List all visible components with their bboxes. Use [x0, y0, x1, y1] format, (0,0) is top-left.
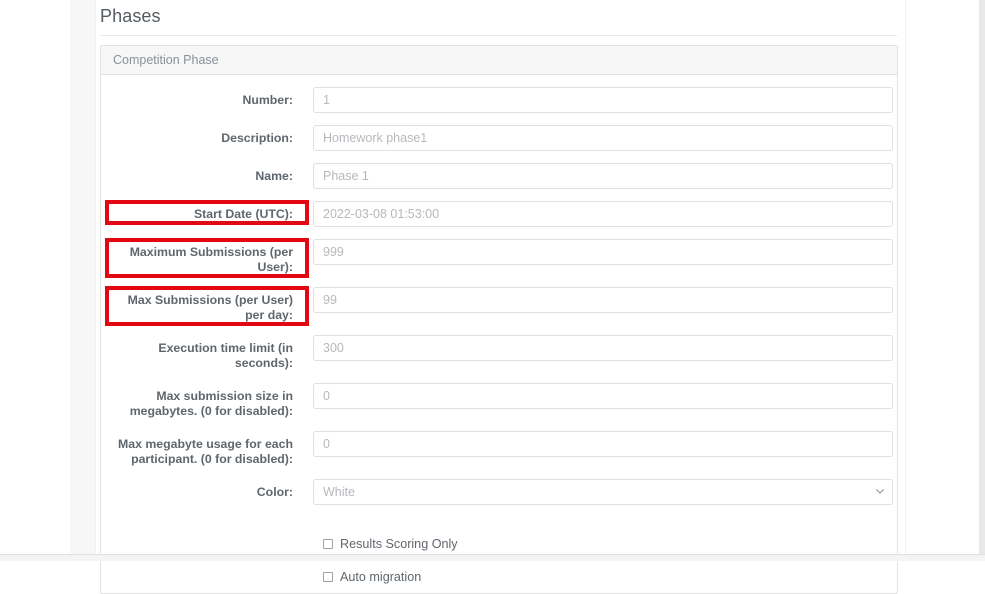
field-input[interactable]: [313, 383, 893, 409]
field-label: Max Submissions (per User) per day:: [127, 293, 293, 322]
form-row: Max Submissions (per User) per day:: [111, 287, 893, 323]
form-row: Maximum Submissions (per User):: [111, 239, 893, 275]
form-row: Start Date (UTC):: [111, 201, 893, 227]
left-gutter-strip: [70, 0, 96, 561]
field-label: Color:: [256, 485, 293, 499]
phases-page: Phases Competition Phase Number: Descript…: [0, 0, 985, 594]
field-input[interactable]: [313, 335, 893, 361]
page-title: Phases: [100, 6, 161, 26]
field-input[interactable]: [313, 239, 893, 265]
right-margin: [905, 0, 985, 561]
field-label: Description:: [221, 131, 293, 145]
color-select-wrapper: [313, 479, 893, 505]
right-edge-shadow: [979, 0, 985, 561]
field-wrapper: [303, 287, 893, 313]
form-row: Max submission size in megabytes. (0 for…: [111, 383, 893, 419]
field-input[interactable]: [313, 201, 893, 227]
field-wrapper: [303, 479, 893, 505]
field-label: Max submission size in megabytes. (0 for…: [129, 389, 293, 418]
color-select[interactable]: [313, 479, 893, 505]
field-input[interactable]: [313, 125, 893, 151]
field-wrapper: [303, 239, 893, 265]
field-label: Start Date (UTC):: [193, 207, 293, 221]
form-row: Max megabyte usage for each participant.…: [111, 431, 893, 467]
field-label: Name:: [255, 169, 293, 183]
field-wrapper: [303, 125, 893, 151]
field-label: Maximum Submissions (per User):: [129, 245, 293, 274]
field-input[interactable]: [313, 163, 893, 189]
section-header: Phases: [96, 0, 897, 36]
checkbox-row[interactable]: Auto migration: [313, 560, 887, 593]
field-input[interactable]: [313, 87, 893, 113]
checkbox-label: Results Scoring Only: [340, 536, 458, 551]
main-content: Phases Competition Phase Number: Descript…: [96, 0, 905, 594]
competition-phase-panel: Competition Phase Number: Description: Nam…: [100, 45, 898, 594]
checkbox-icon[interactable]: [323, 538, 333, 549]
panel-title: Competition Phase: [101, 46, 897, 75]
field-wrapper: [303, 87, 893, 113]
field-input[interactable]: [313, 431, 893, 457]
form-row: Name:: [111, 163, 893, 189]
bottom-strip: [0, 555, 985, 561]
form-row: Color:: [111, 479, 893, 505]
form-row: Number:: [111, 87, 893, 113]
field-wrapper: [303, 383, 893, 409]
field-wrapper: [303, 431, 893, 457]
field-label: Number:: [242, 93, 293, 107]
field-label: Max megabyte usage for each participant.…: [118, 437, 293, 466]
phase-form: Number: Description: Name: Start Date (UTC)…: [101, 75, 897, 593]
checkbox-spacer: [111, 517, 887, 527]
field-label: Execution time limit (in seconds):: [158, 341, 293, 370]
form-row: Execution time limit (in seconds):: [111, 335, 893, 371]
field-wrapper: [303, 201, 893, 227]
field-input[interactable]: [313, 287, 893, 313]
left-margin: [0, 0, 70, 561]
section-divider: [100, 35, 897, 36]
checkbox-icon[interactable]: [323, 571, 333, 582]
form-row: Description:: [111, 125, 893, 151]
field-wrapper: [303, 163, 893, 189]
field-wrapper: [303, 335, 893, 361]
checkbox-label: Auto migration: [340, 569, 422, 584]
